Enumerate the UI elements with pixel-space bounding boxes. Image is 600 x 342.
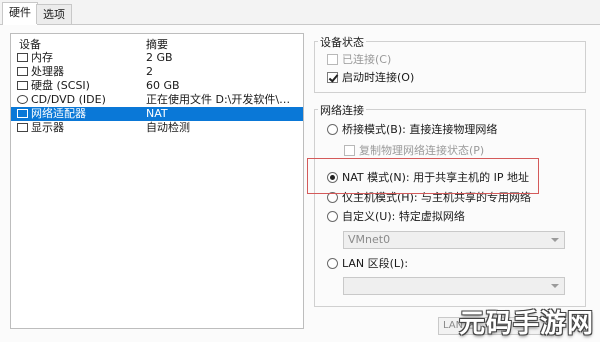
tab-bar: 硬件 选项 [0,0,600,25]
watermark: 元码手游网 [458,309,594,339]
device-row-network-adapter[interactable]: 网络适配器 NAT [11,107,303,121]
replicate-label: 复制物理网络连接状态(P) [359,144,485,157]
device-row-disk[interactable]: 硬盘 (SCSI) 60 GB [11,79,303,93]
connected-checkbox[interactable]: 已连接(C) [327,53,391,67]
radio-icon [327,124,338,135]
device-row-display[interactable]: 显示器 自动检测 [11,121,303,135]
device-name: 处理器 [31,65,64,78]
chevron-down-icon [551,284,559,288]
device-status-title: 设备状态 [318,34,366,50]
summary-column-header[interactable]: 摘要 [146,36,168,52]
vmnet-select[interactable]: VMnet0 [343,231,565,249]
radio-icon [327,211,338,222]
device-summary: 60 GB [146,79,180,92]
device-name: 显示器 [31,121,64,134]
memory-icon [17,53,28,62]
device-summary: NAT [146,107,168,120]
lan-segment-label: LAN 区段(L): [342,257,409,270]
custom-radio[interactable]: 自定义(U): 特定虚拟网络 [327,210,465,224]
radio-icon [327,258,338,269]
device-name: CD/DVD (IDE) [31,93,106,106]
replicate-state-checkbox[interactable]: 复制物理网络连接状态(P) [344,144,484,158]
connect-on-power-label: 启动时连接(O) [342,71,415,84]
bridged-label: 桥接模式(B): 直接连接物理网络 [342,123,498,136]
nat-highlight-box [307,158,539,194]
device-row-cd-dvd[interactable]: CD/DVD (IDE) 正在使用文件 D:\开发软件\Ce... [11,93,303,107]
device-summary: 正在使用文件 D:\开发软件\Ce... [146,93,296,106]
device-row-memory[interactable]: 内存 2 GB [11,51,303,65]
connected-label: 已连接(C) [342,53,392,66]
cpu-icon [17,67,28,76]
checkbox-icon [344,145,355,156]
tab-options[interactable]: 选项 [36,4,72,24]
cd-icon [17,95,28,104]
device-summary: 自动检测 [146,121,190,134]
device-name: 网络适配器 [31,107,86,120]
device-column-header[interactable]: 设备 [19,36,41,52]
vmnet-value: VMnet0 [348,233,391,246]
chevron-down-icon [551,238,559,242]
device-list-header: 设备 摘要 [11,34,303,52]
lan-segment-select[interactable] [343,277,565,295]
checkbox-checked-icon [327,72,338,83]
bridged-radio[interactable]: 桥接模式(B): 直接连接物理网络 [327,123,497,137]
lan-segment-radio[interactable]: LAN 区段(L): [327,257,408,271]
device-list[interactable]: 设备 摘要 内存 2 GB 处理器 2 硬盘 (SCSI) 60 GB CD/D… [10,33,304,329]
connect-on-power-checkbox[interactable]: 启动时连接(O) [327,71,414,85]
device-name: 硬盘 (SCSI) [31,79,90,92]
device-summary: 2 GB [146,51,173,64]
device-summary: 2 [146,65,153,78]
device-name: 内存 [31,51,53,64]
tab-hardware[interactable]: 硬件 [2,2,38,25]
checkbox-icon [327,54,338,65]
monitor-icon [17,123,28,132]
network-connection-title: 网络连接 [318,102,366,118]
network-icon [17,109,28,118]
disk-icon [17,81,28,90]
device-row-processor[interactable]: 处理器 2 [11,65,303,79]
hardware-panel: 设备 摘要 内存 2 GB 处理器 2 硬盘 (SCSI) 60 GB CD/D… [0,25,600,342]
custom-label: 自定义(U): 特定虚拟网络 [342,210,465,223]
